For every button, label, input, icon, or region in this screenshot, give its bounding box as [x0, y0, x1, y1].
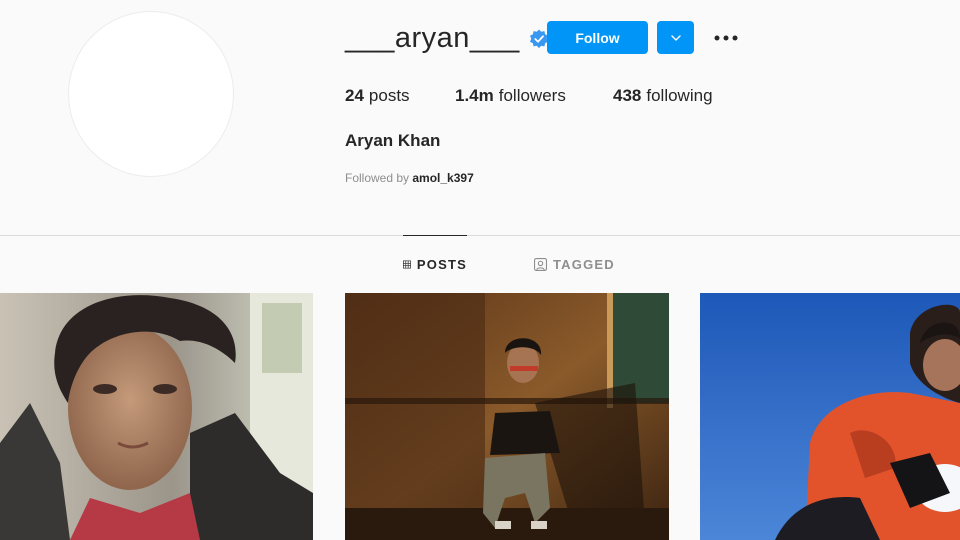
tab-tagged[interactable]: TAGGED: [534, 235, 615, 293]
post-image: [0, 293, 313, 540]
profile-page: ___aryan___ Follow 24 posts 1.4m followe…: [0, 0, 960, 540]
more-options-button[interactable]: [711, 24, 741, 52]
followers-link[interactable]: 1.4m followers: [455, 86, 613, 108]
post-thumbnail[interactable]: [0, 293, 313, 540]
grid-icon: [403, 260, 411, 269]
posts-count-label: posts: [368, 86, 410, 105]
suggested-dropdown-button[interactable]: [657, 21, 694, 54]
verified-badge-icon: [529, 29, 548, 48]
avatar[interactable]: [68, 11, 234, 177]
tabs-divider: [0, 235, 960, 236]
full-name: Aryan Khan: [345, 131, 441, 150]
tab-posts[interactable]: POSTS: [403, 235, 467, 293]
followers-count-label: followers: [498, 86, 566, 105]
profile-stats: 24 posts 1.4m followers 438 following: [345, 86, 713, 108]
tagged-icon: [534, 257, 547, 271]
following-count-value: 438: [613, 86, 642, 105]
posts-count: 24 posts: [345, 86, 455, 108]
tab-tagged-label: TAGGED: [553, 256, 615, 272]
post-thumbnail[interactable]: [345, 293, 669, 540]
followed-by-user-link[interactable]: amol_k397: [412, 171, 473, 185]
post-thumbnail[interactable]: [700, 293, 960, 540]
tab-posts-label: POSTS: [416, 257, 467, 272]
posts-count-value: 24: [345, 86, 364, 105]
followed-by: Followed by amol_k397: [345, 171, 474, 185]
following-count-label: following: [646, 86, 713, 105]
username-row: ___aryan___: [345, 18, 549, 58]
followers-count-value: 1.4m: [455, 86, 494, 105]
more-horizontal-icon: [714, 35, 738, 41]
post-image: [700, 293, 960, 540]
chevron-down-icon: [670, 34, 681, 41]
follow-button[interactable]: Follow: [547, 21, 648, 54]
followed-by-prefix: Followed by: [345, 171, 410, 185]
following-link[interactable]: 438 following: [613, 86, 713, 108]
username: ___aryan___: [345, 21, 520, 54]
post-image: [345, 293, 669, 540]
